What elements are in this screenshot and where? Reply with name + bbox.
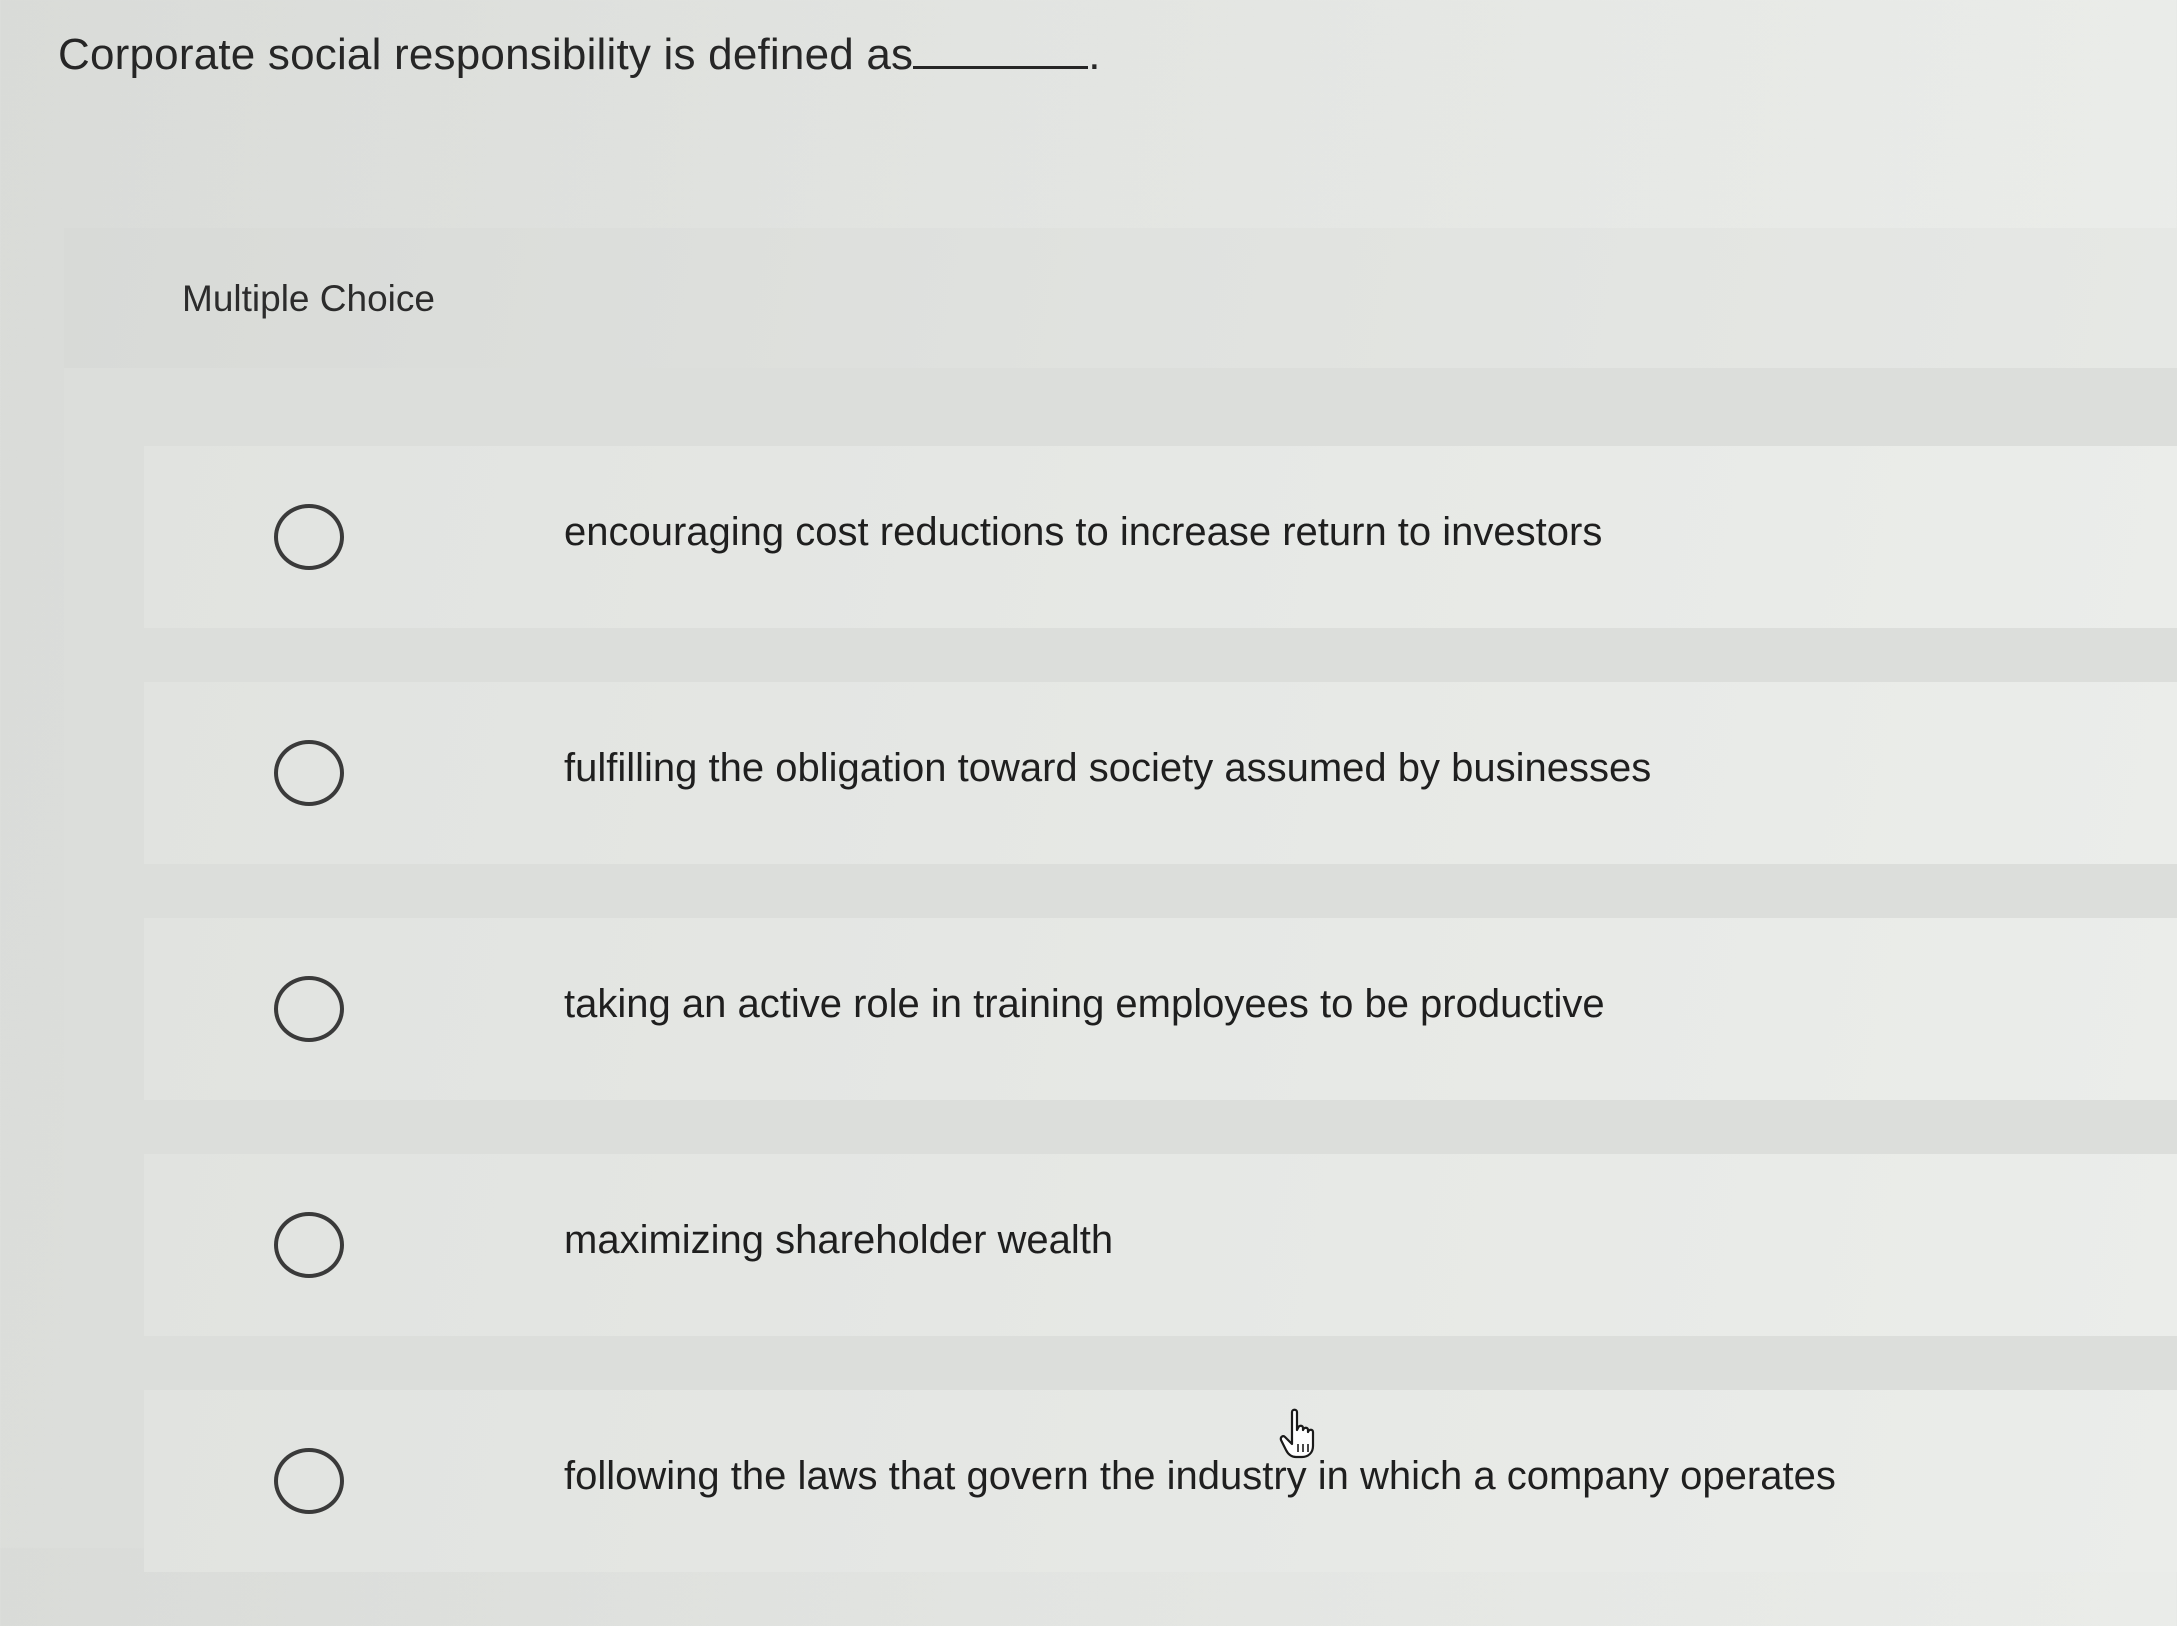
panel-header: Multiple Choice (64, 228, 2177, 368)
choice-option-2[interactable]: fulfilling the obligation toward society… (144, 682, 2177, 864)
radio-circle-icon[interactable] (274, 976, 344, 1042)
radio-circle-icon[interactable] (274, 504, 344, 570)
question-end-punctuation: . (1088, 30, 1101, 79)
choice-option-3[interactable]: taking an active role in training employ… (144, 918, 2177, 1100)
choice-list: encouraging cost reductions to increase … (144, 446, 2177, 1626)
hand-pointer-icon (1279, 1408, 1315, 1459)
choice-label: encouraging cost reductions to increase … (564, 510, 1603, 554)
choice-option-1[interactable]: encouraging cost reductions to increase … (144, 446, 2177, 628)
radio-circle-icon[interactable] (274, 1212, 344, 1278)
question-text: Corporate social responsibility is defin… (58, 30, 914, 79)
choice-label: fulfilling the obligation toward society… (564, 746, 1652, 790)
radio-circle-icon[interactable] (274, 740, 344, 806)
fill-in-blank (913, 32, 1089, 69)
choice-option-5[interactable]: following the laws that govern the indus… (144, 1390, 2177, 1572)
radio-circle-icon[interactable] (274, 1448, 344, 1514)
panel-title: Multiple Choice (182, 278, 435, 319)
choice-label: taking an active role in training employ… (564, 982, 1605, 1026)
question-prompt: Corporate social responsibility is defin… (58, 30, 1101, 80)
choice-label: maximizing shareholder wealth (564, 1218, 1114, 1262)
multiple-choice-panel: Multiple Choice encouraging cost reducti… (64, 228, 2177, 1572)
choice-option-4[interactable]: maximizing shareholder wealth (144, 1154, 2177, 1336)
choice-label: following the laws that govern the indus… (564, 1454, 1836, 1498)
